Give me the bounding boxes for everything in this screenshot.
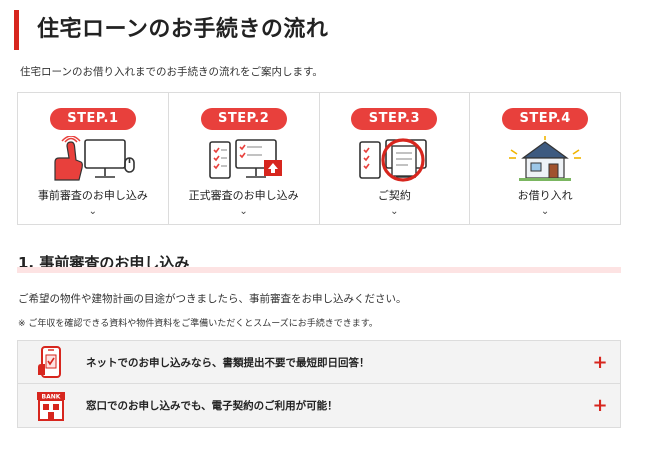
intro-text: 住宅ローンのお借り入れまでのお手続きの流れをご案内します。 bbox=[20, 66, 323, 78]
step-1[interactable]: STEP.1 事前審査のお申し込み ⌄ bbox=[18, 93, 169, 224]
step-badge: STEP.4 bbox=[502, 108, 589, 130]
accordion-text: ネットでのお申し込みなら、書類提出不要で最短即日回答！ bbox=[86, 356, 370, 369]
section-underline bbox=[17, 267, 621, 273]
step-3[interactable]: STEP.3 ご契約 ⌄ bbox=[320, 93, 471, 224]
accordion-text: 窓口でのお申し込みでも、電子契約のご利用が可能！ bbox=[86, 400, 338, 412]
plus-icon[interactable]: + bbox=[580, 352, 620, 373]
section-note: ※ ご年収を確認できる資料や物件資料をご準備いただくとスムーズにお手続きできます… bbox=[18, 319, 378, 329]
chevron-down-icon: ⌄ bbox=[88, 206, 98, 217]
step-badge: STEP.3 bbox=[351, 108, 438, 130]
plus-icon[interactable]: + bbox=[580, 395, 620, 416]
house-icon bbox=[509, 136, 582, 181]
step-label: 正式審査のお申し込み bbox=[188, 189, 299, 202]
page-title: 住宅ローンのお手続きの流れ bbox=[14, 10, 328, 50]
bank-icon: BANK bbox=[37, 391, 65, 421]
step-badge: STEP.2 bbox=[200, 108, 287, 130]
chevron-down-icon: ⌄ bbox=[540, 206, 550, 217]
chevron-down-icon: ⌄ bbox=[239, 206, 248, 217]
steps-panel: STEP.1 事前審査のお申し込み ⌄ STEP.2 正式審査のお申し込み ⌄ … bbox=[17, 92, 621, 225]
chevron-down-icon: ⌄ bbox=[390, 206, 399, 217]
step-label: お借り入れ bbox=[517, 189, 573, 202]
step-2[interactable]: STEP.2 正式審査のお申し込み ⌄ bbox=[169, 93, 320, 224]
section-text: ご希望の物件や建物計画の目途がつきましたら、事前審査をお申し込みください。 bbox=[18, 293, 407, 305]
step-4[interactable]: STEP.4 お借り入れ ⌄ bbox=[470, 93, 620, 224]
accordion-counter-application[interactable]: BANK 窓口でのお申し込みでも、電子契約のご利用が可能！ + bbox=[17, 384, 621, 428]
accordion-online-application[interactable]: ネットでのお申し込みなら、書類提出不要で最短即日回答！ + bbox=[17, 340, 621, 384]
document-upload-icon bbox=[208, 139, 282, 179]
step-label: 事前審査のお申し込み bbox=[37, 189, 148, 202]
step-badge: STEP.1 bbox=[49, 108, 136, 130]
contract-check-icon bbox=[359, 138, 428, 182]
hand-touch-desktop-icon bbox=[54, 136, 135, 181]
smartphone-icon bbox=[38, 346, 61, 378]
step-label: ご契約 bbox=[377, 189, 411, 202]
